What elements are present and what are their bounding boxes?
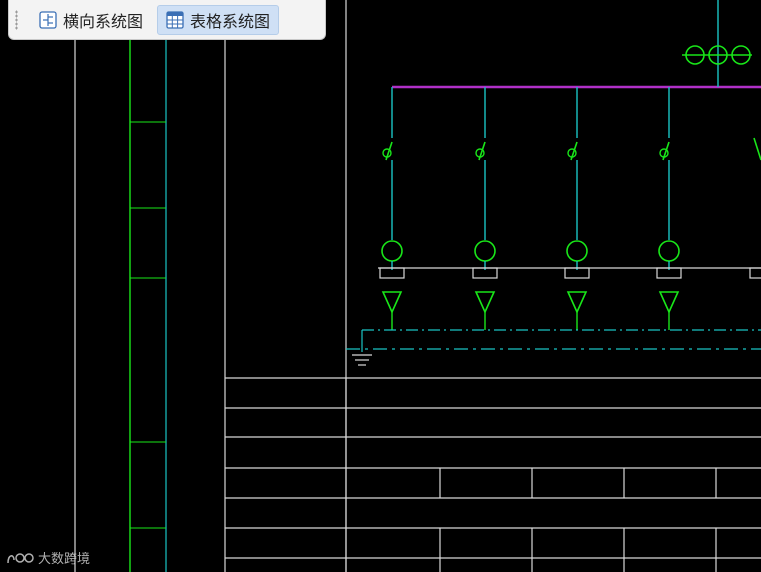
watermark: 大数跨境 (6, 548, 90, 567)
horizontal-diagram-icon (39, 10, 57, 29)
feeder-circuit-partial (749, 137, 761, 279)
circuit-parameter-table (225, 377, 761, 572)
toolbar-grip-handle[interactable] (15, 10, 18, 30)
horizontal-diagram-label: 横向系统图 (63, 11, 144, 31)
table-diagram-label: 表格系统图 (190, 11, 271, 31)
left-vertical-strip (129, 0, 167, 572)
cad-drawing-canvas[interactable] (0, 0, 761, 572)
feeder-circuit (564, 87, 590, 330)
main-busbar (392, 0, 761, 89)
feeder-circuit (379, 87, 405, 330)
feeder-circuit (656, 87, 682, 330)
table-diagram-button[interactable]: 表格系统图 (157, 4, 280, 35)
horizontal-diagram-button[interactable]: 横向系统图 (31, 5, 151, 35)
panel-border-lines (74, 0, 347, 572)
diagram-toolbar: 横向系统图 表格系统图 (8, 0, 326, 40)
neutral-and-pe-lines (346, 329, 761, 352)
watermark-logo-icon (7, 552, 34, 563)
incoming-meter-symbol (682, 45, 752, 65)
table-diagram-icon (166, 10, 184, 29)
feeder-circuits (378, 87, 761, 330)
watermark-text: 大数跨境 (38, 552, 91, 567)
feeder-circuit (472, 87, 498, 330)
ground-symbol (352, 354, 372, 366)
